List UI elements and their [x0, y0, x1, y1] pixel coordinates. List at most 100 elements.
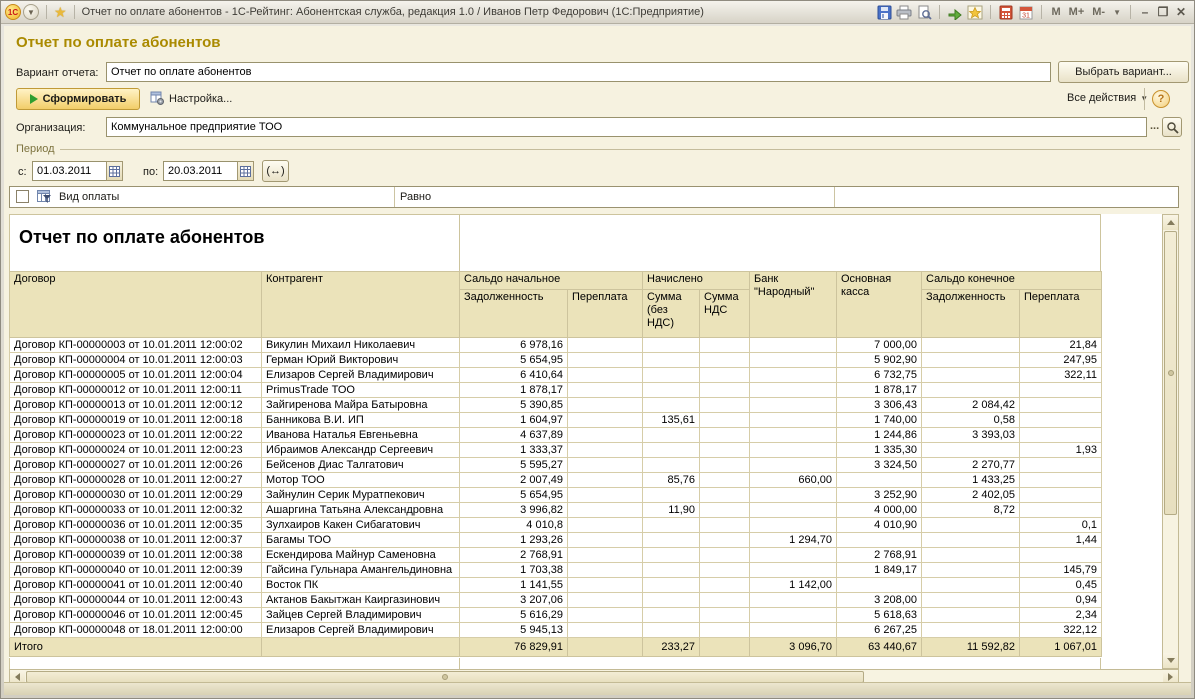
- calculator-icon[interactable]: [996, 3, 1016, 21]
- table-row[interactable]: Договор КП-00000028 от 10.01.2011 12:00:…: [10, 473, 1102, 488]
- arrow-right-icon: [1168, 673, 1173, 681]
- variant-input[interactable]: Отчет по оплате абонентов: [106, 62, 1051, 82]
- cell-summa-nds: [700, 623, 750, 638]
- cell-summa-nds: [700, 533, 750, 548]
- total-row[interactable]: Итого 76 829,91 233,27 3 096,70 63 440,6…: [10, 638, 1102, 657]
- cell-bank: [750, 398, 837, 413]
- minimize-button[interactable]: –: [1136, 5, 1154, 19]
- period-from-calendar-button[interactable]: [106, 161, 123, 181]
- arrow-left-icon: [15, 673, 20, 681]
- cell-summa-nds: [700, 383, 750, 398]
- cell-zadolzhennost-nach: 3 996,82: [460, 503, 568, 518]
- cell-zadolzhennost-nach: 5 945,13: [460, 623, 568, 638]
- total-zadolzhennost-nach: 76 829,91: [460, 638, 568, 657]
- table-row[interactable]: Договор КП-00000004 от 10.01.2011 12:00:…: [10, 353, 1102, 368]
- generate-button[interactable]: Сформировать: [16, 88, 140, 110]
- cell-zadolzhennost-kon: [922, 593, 1020, 608]
- add-favorite-icon[interactable]: [965, 3, 985, 21]
- memory-menu-chevron-icon[interactable]: ▼: [1109, 8, 1125, 17]
- calendar-icon[interactable]: 31: [1016, 3, 1036, 21]
- table-row[interactable]: Договор КП-00000048 от 18.01.2011 12:00:…: [10, 623, 1102, 638]
- go-link-icon[interactable]: [945, 3, 965, 21]
- table-row[interactable]: Договор КП-00000033 от 10.01.2011 12:00:…: [10, 503, 1102, 518]
- table-row[interactable]: Договор КП-00000003 от 10.01.2011 12:00:…: [10, 338, 1102, 353]
- cell-summa-nds: [700, 473, 750, 488]
- cell-kontragent: Елизаров Сергей Владимирович: [262, 623, 460, 638]
- cell-zadolzhennost-kon: 3 393,03: [922, 428, 1020, 443]
- cell-kassa: 3 252,90: [837, 488, 922, 503]
- cell-zadolzhennost-nach: 1 293,26: [460, 533, 568, 548]
- close-button[interactable]: ✕: [1172, 5, 1190, 19]
- cell-bank: [750, 563, 837, 578]
- cell-pereplata-kon: 0,45: [1020, 578, 1102, 593]
- scroll-up-button[interactable]: [1163, 215, 1178, 230]
- print-icon[interactable]: [894, 3, 914, 21]
- table-row[interactable]: Договор КП-00000036 от 10.01.2011 12:00:…: [10, 518, 1102, 533]
- cell-dogovor: Договор КП-00000024 от 10.01.2011 12:00:…: [10, 443, 262, 458]
- filter-row[interactable]: Вид оплаты Равно: [9, 186, 1179, 208]
- cell-zadolzhennost-kon: 8,72: [922, 503, 1020, 518]
- choose-variant-button[interactable]: Выбрать вариант...: [1058, 61, 1189, 83]
- cell-summa-bez-nds: [643, 593, 700, 608]
- cell-dogovor: Договор КП-00000033 от 10.01.2011 12:00:…: [10, 503, 262, 518]
- cell-pereplata-kon: [1020, 428, 1102, 443]
- period-to-calendar-button[interactable]: [237, 161, 254, 181]
- play-icon: [30, 94, 38, 104]
- favorites-star-icon[interactable]: ★: [54, 4, 67, 20]
- table-row[interactable]: Договор КП-00000005 от 10.01.2011 12:00:…: [10, 368, 1102, 383]
- organization-search-button[interactable]: [1162, 117, 1182, 137]
- cell-zadolzhennost-nach: 2 007,49: [460, 473, 568, 488]
- memory-add-button[interactable]: M+: [1065, 6, 1089, 18]
- cell-bank: [750, 338, 837, 353]
- period-range-button[interactable]: (↔): [262, 160, 289, 182]
- cell-dogovor: Договор КП-00000012 от 10.01.2011 12:00:…: [10, 383, 262, 398]
- maximize-button[interactable]: ❒: [1154, 5, 1172, 19]
- settings-button[interactable]: Настройка...: [150, 91, 232, 106]
- table-row[interactable]: Договор КП-00000013 от 10.01.2011 12:00:…: [10, 398, 1102, 413]
- vertical-scrollbar[interactable]: [1162, 214, 1179, 669]
- actions-separator: [1144, 88, 1145, 110]
- vertical-scroll-thumb[interactable]: [1164, 231, 1177, 515]
- save-icon[interactable]: [874, 3, 894, 21]
- organization-select-button[interactable]: ...: [1150, 120, 1159, 132]
- help-button[interactable]: ?: [1152, 90, 1170, 108]
- total-summa-bez-nds: 233,27: [643, 638, 700, 657]
- cell-summa-bez-nds: [643, 488, 700, 503]
- organization-input[interactable]: Коммунальное предприятие ТОО: [106, 117, 1147, 137]
- period-to-input[interactable]: 20.03.2011: [163, 161, 238, 181]
- col-header-dogovor: Договор: [10, 272, 262, 338]
- system-menu-button[interactable]: ▼: [23, 4, 39, 20]
- calendar-grid-icon: [240, 166, 251, 177]
- titlebar-separator: [1041, 5, 1042, 19]
- table-row[interactable]: Договор КП-00000039 от 10.01.2011 12:00:…: [10, 548, 1102, 563]
- arrow-down-icon: [1167, 658, 1175, 663]
- table-row[interactable]: Договор КП-00000012 от 10.01.2011 12:00:…: [10, 383, 1102, 398]
- memory-subtract-button[interactable]: M-: [1088, 6, 1109, 18]
- cell-summa-nds: [700, 548, 750, 563]
- cell-kontragent: Актанов Бакытжан Каиргазинович: [262, 593, 460, 608]
- cell-zadolzhennost-kon: [922, 353, 1020, 368]
- cell-summa-bez-nds: 11,90: [643, 503, 700, 518]
- table-row[interactable]: Договор КП-00000040 от 10.01.2011 12:00:…: [10, 563, 1102, 578]
- period-from-input[interactable]: 01.03.2011: [32, 161, 107, 181]
- cell-summa-nds: [700, 368, 750, 383]
- table-row[interactable]: Договор КП-00000030 от 10.01.2011 12:00:…: [10, 488, 1102, 503]
- print-preview-icon[interactable]: [914, 3, 934, 21]
- table-row[interactable]: Договор КП-00000023 от 10.01.2011 12:00:…: [10, 428, 1102, 443]
- app-1c-icon[interactable]: 1С: [5, 4, 21, 20]
- table-row[interactable]: Договор КП-00000044 от 10.01.2011 12:00:…: [10, 593, 1102, 608]
- table-row[interactable]: Договор КП-00000038 от 10.01.2011 12:00:…: [10, 533, 1102, 548]
- table-row[interactable]: Договор КП-00000019 от 10.01.2011 12:00:…: [10, 413, 1102, 428]
- table-row[interactable]: Договор КП-00000024 от 10.01.2011 12:00:…: [10, 443, 1102, 458]
- cell-zadolzhennost-kon: 2 270,77: [922, 458, 1020, 473]
- cell-summa-bez-nds: [643, 548, 700, 563]
- table-row[interactable]: Договор КП-00000046 от 10.01.2011 12:00:…: [10, 608, 1102, 623]
- table-row[interactable]: Договор КП-00000027 от 10.01.2011 12:00:…: [10, 458, 1102, 473]
- memory-recall-button[interactable]: M: [1047, 6, 1064, 18]
- scroll-down-button[interactable]: [1163, 653, 1178, 668]
- table-row[interactable]: Договор КП-00000041 от 10.01.2011 12:00:…: [10, 578, 1102, 593]
- filter-checkbox[interactable]: [16, 190, 29, 203]
- cell-zadolzhennost-kon: 1 433,25: [922, 473, 1020, 488]
- all-actions-button[interactable]: Все действия ▼: [1067, 92, 1148, 104]
- cell-bank: [750, 368, 837, 383]
